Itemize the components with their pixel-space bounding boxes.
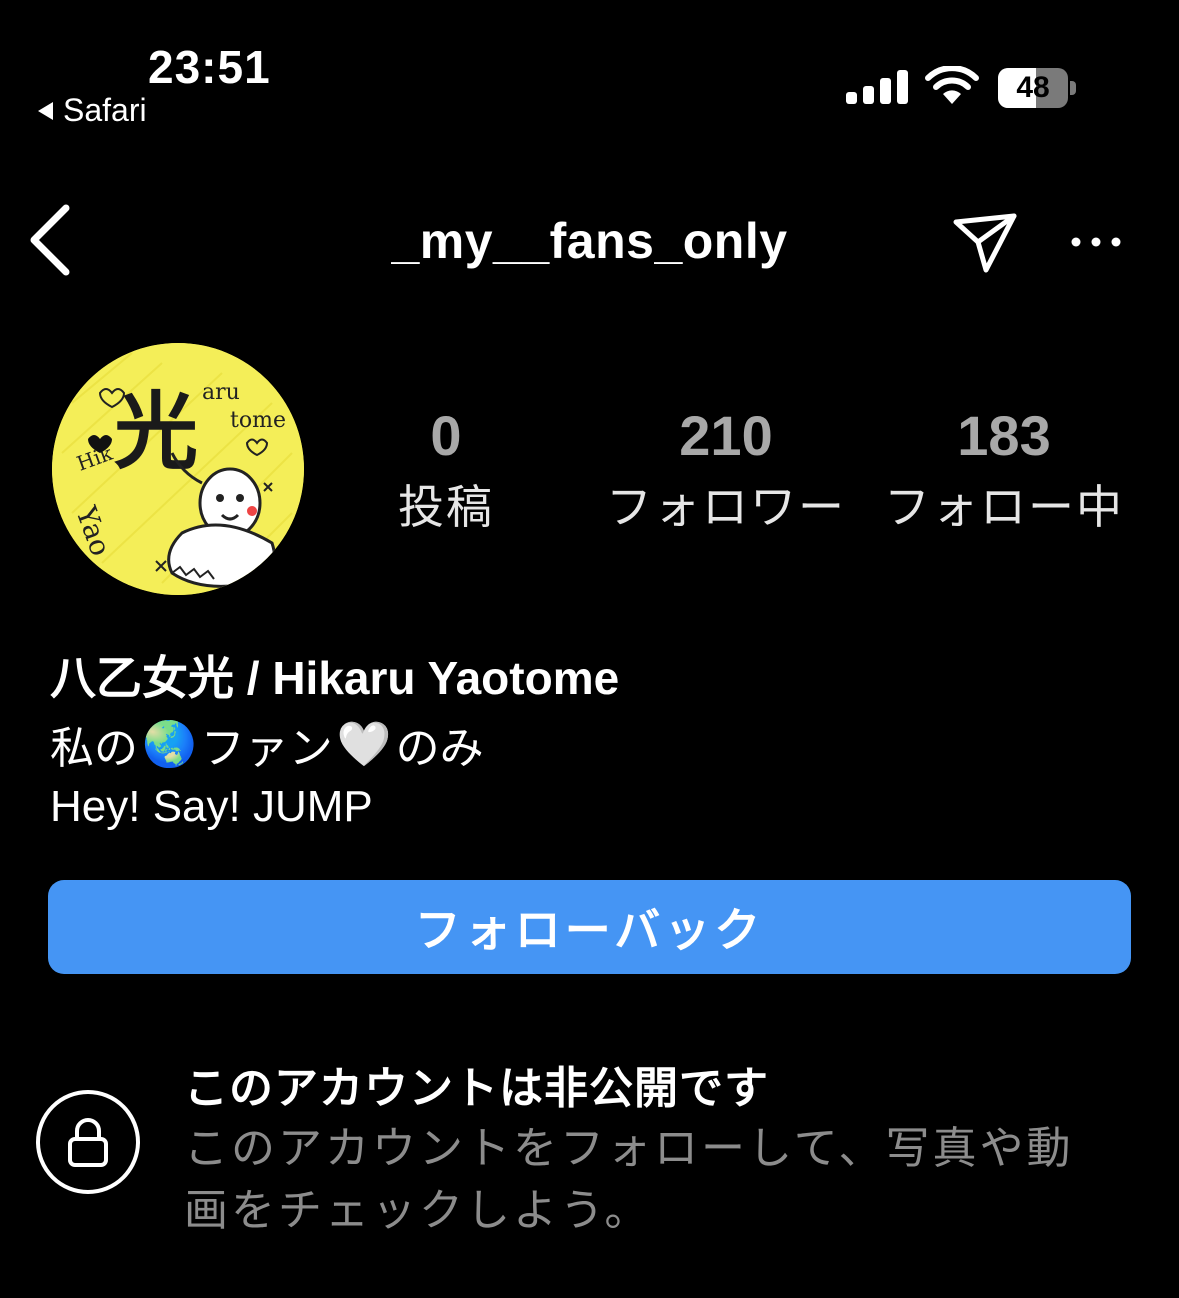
stat-following-label: フォロー中	[884, 481, 1124, 533]
status-time: 23:51	[148, 41, 271, 93]
white-heart-emoji-icon: 🤍	[336, 720, 392, 769]
send-icon[interactable]	[952, 212, 1020, 276]
private-lock-badge	[36, 1090, 140, 1194]
more-options-icon[interactable]	[1070, 230, 1122, 254]
stat-followers-value: 210	[679, 404, 773, 467]
bio-line-1: 私の 🌏 ファン 🤍 のみ	[50, 712, 484, 776]
avatar-kanji: 光	[114, 382, 198, 481]
follow-back-button[interactable]: フォローバック	[48, 880, 1131, 974]
globe-emoji-icon: 🌏	[142, 720, 197, 769]
bio-text-b: ファン	[200, 724, 333, 773]
wifi-icon	[925, 66, 979, 104]
stat-followers[interactable]: 210 フォロワー	[596, 404, 856, 538]
profile-full-name: 八乙女光 / Hikaru Yaotome	[50, 652, 620, 704]
stat-following-value: 183	[957, 404, 1051, 467]
lock-icon	[68, 1118, 108, 1167]
battery-icon: 48	[998, 68, 1076, 108]
avatar-text-top: aru	[202, 380, 240, 405]
stat-followers-label: フォロワー	[606, 481, 846, 533]
avatar-text-top2: tome	[230, 408, 286, 433]
back-triangle-icon	[38, 101, 53, 120]
stat-posts[interactable]: 0 投稿	[316, 404, 576, 538]
private-account-description: このアカウントをフォローして、写真や動 画をチェックしよう。	[184, 1118, 1164, 1242]
private-desc-line-1: このアカウントをフォローして、写真や動	[184, 1124, 1074, 1173]
private-desc-line-2: 画をチェックしよう。	[184, 1186, 652, 1235]
avatar-illustration: 光 aru tome Hik Yao	[52, 343, 304, 595]
cellular-signal-icon	[846, 70, 908, 104]
stat-posts-label: 投稿	[398, 481, 494, 533]
stat-posts-value: 0	[430, 404, 462, 467]
stat-following[interactable]: 183 フォロー中	[874, 404, 1134, 538]
battery-level: 48	[1016, 71, 1050, 104]
profile-avatar[interactable]: 光 aru tome Hik Yao	[52, 343, 304, 595]
private-account-title: このアカウントは非公開です	[184, 1064, 769, 1113]
bio-text-a: 私の	[50, 724, 138, 773]
bio-text-c: のみ	[395, 724, 484, 773]
back-to-app-link[interactable]: Safari	[38, 92, 147, 129]
bio-line-2: Hey! Say! JUMP	[50, 782, 373, 831]
back-app-label: Safari	[63, 92, 147, 128]
